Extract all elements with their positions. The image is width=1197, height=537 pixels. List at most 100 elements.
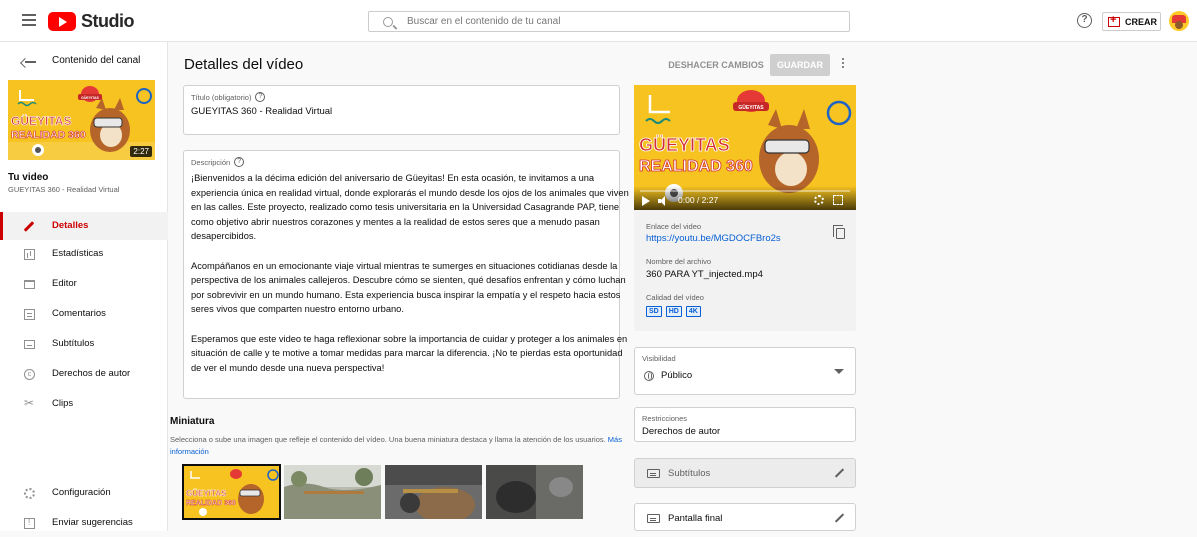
sidebar-item-label: Subtítulos (52, 338, 95, 349)
video-preview-line2: REALIDAD 360 (639, 158, 753, 175)
youtube-logo-icon (48, 12, 76, 31)
volume-icon[interactable] (658, 196, 668, 206)
sidebar-item-label: Estadísticas (52, 248, 104, 259)
quality-badge-sd: SD (646, 306, 662, 317)
thumbnail-line1: GÜEYITAS (11, 113, 71, 128)
filename-label: Nombre del archivo (646, 257, 712, 266)
sidebar-item-label: Configuración (52, 487, 111, 498)
top-bar: Studio ? CREAR (0, 0, 1197, 42)
thumbnail-option-art: GÜEYITAS REALIDAD 360 (183, 465, 280, 519)
sidebar-item-subtitles[interactable]: Subtítulos (0, 330, 168, 358)
thumbnail-option-1[interactable]: GÜEYITAS REALIDAD 360 (182, 464, 281, 520)
sidebar-video-thumbnail[interactable]: GÜEYITAS GÜEYITAS REALIDAD 360 2:27 (8, 80, 155, 160)
sidebar-item-copyright[interactable]: c Derechos de autor (0, 360, 168, 388)
thumbnail-option-art (486, 465, 583, 519)
back-arrow-icon (25, 61, 36, 63)
thumbnail-section-title: Miniatura (170, 416, 215, 427)
help-icon[interactable]: ? (234, 157, 245, 167)
analytics-icon (24, 249, 35, 260)
thumbnail-option-2[interactable] (284, 465, 381, 519)
feedback-icon (24, 518, 35, 529)
thumbnail-badge-text: GÜEYITAS (81, 96, 99, 100)
save-button[interactable]: GUARDAR (770, 54, 830, 76)
edit-pencil-icon[interactable] (834, 468, 845, 478)
gear-icon (24, 488, 35, 499)
end-screen-card[interactable]: Pantalla final (634, 503, 856, 531)
settings-gear-icon[interactable] (814, 195, 824, 205)
comments-icon (24, 309, 35, 320)
title-field[interactable]: Título (obligatorio) ? GUEYITAS 360 - Re… (183, 85, 620, 135)
copy-icon[interactable] (833, 225, 845, 239)
sidebar-item-feedback[interactable]: Enviar sugerencias (0, 509, 168, 537)
video-link[interactable]: https://youtu.be/MGDOCFBro2s (646, 233, 781, 244)
title-input[interactable]: GUEYITAS 360 - Realidad Virtual (191, 106, 332, 117)
restrictions-box[interactable]: Restricciones Derechos de autor (634, 407, 856, 442)
play-icon[interactable] (642, 196, 650, 206)
title-field-label-row: Título (obligatorio) ? (191, 92, 266, 102)
undo-changes-button[interactable]: DESHACER CAMBIOS (666, 55, 766, 75)
create-video-icon (1108, 14, 1120, 27)
your-video-title: GUEYITAS 360 - Realidad Virtual (8, 185, 120, 194)
restrictions-label: Restricciones (642, 414, 688, 423)
page-title: Detalles del vídeo (184, 56, 304, 73)
thumbnail-option-4[interactable] (486, 465, 583, 519)
edit-pencil-icon[interactable] (834, 513, 845, 523)
search-input[interactable] (407, 16, 827, 27)
subtitles-card[interactable]: Subtítulos (634, 458, 856, 488)
thumbnail-option-3[interactable] (385, 465, 482, 519)
subtitles-icon (24, 340, 35, 349)
studio-logo[interactable]: Studio (48, 11, 135, 32)
playback-time: 0:00 / 2:27 (678, 195, 719, 205)
subtitles-icon (647, 469, 660, 478)
sidebar-item-clips[interactable]: ✂ Clips (0, 390, 168, 418)
pencil-icon (23, 221, 35, 232)
description-paragraph: ¡Bienvenidos a la décima edición del ani… (191, 173, 629, 242)
sidebar-item-settings[interactable]: Configuración (0, 479, 168, 507)
sidebar-item-label: Clips (52, 398, 74, 409)
search-icon (383, 16, 393, 27)
back-to-content-button[interactable]: Contenido del canal (0, 50, 168, 72)
video-preview-badge-text: GÜEYITAS (738, 104, 764, 111)
description-paragraph: Esperamos que este video te haga reflexi… (191, 333, 628, 373)
fullscreen-icon[interactable] (833, 195, 843, 205)
search-bar[interactable] (368, 11, 850, 32)
quality-label: Calidad del vídeo (646, 293, 704, 302)
video-link-label: Enlace del video (646, 222, 702, 231)
back-label: Contenido del canal (52, 55, 141, 66)
logo-text: Studio (81, 11, 135, 31)
description-paragraph: Acompáñanos en un emocionante viaje virt… (191, 260, 626, 315)
avatar[interactable] (1169, 11, 1189, 31)
sidebar-item-label: Comentarios (52, 308, 106, 319)
create-label: CREAR (1125, 16, 1158, 27)
your-video-heading: Tu video (8, 172, 49, 183)
help-icon[interactable]: ? (255, 92, 266, 102)
description-input[interactable]: ¡Bienvenidos a la décima edición del ani… (191, 171, 631, 390)
more-options-icon[interactable] (839, 56, 847, 72)
thumbnail-option-line1: GÜEYITAS (186, 489, 227, 498)
restrictions-value: Derechos de autor (642, 426, 721, 437)
sidebar-item-editor[interactable]: Editor (0, 270, 168, 298)
sidebar-item-label: Derechos de autor (52, 368, 131, 379)
help-icon[interactable]: ? (1077, 13, 1092, 28)
thumbnail-subtitle-text: Selecciona o sube una imagen que refleje… (170, 435, 606, 444)
sidebar-item-details[interactable]: Detalles (0, 212, 168, 240)
subtitles-card-label: Subtítulos (668, 468, 711, 479)
progress-bar[interactable] (640, 190, 850, 192)
end-screen-icon (647, 514, 660, 523)
quality-badges: SD HD 4K (646, 306, 701, 317)
sidebar-item-label: Detalles (52, 220, 89, 231)
sidebar-item-analytics[interactable]: Estadísticas (0, 240, 168, 268)
description-field[interactable]: Descripción ? ¡Bienvenidos a la décima e… (183, 150, 629, 399)
video-card: GÜEYITAS GÜEYITAS REALIDAD 360 0:00 / 2:… (634, 85, 856, 331)
title-field-label: Título (obligatorio) (191, 92, 252, 102)
sidebar-item-label: Enviar sugerencias (52, 517, 133, 528)
thumbnail-line2: REALIDAD 360 (11, 129, 86, 141)
sidebar: Contenido del canal GÜEYITAS GÜEYITAS RE… (0, 42, 168, 531)
video-duration: 2:27 (130, 146, 152, 157)
dropdown-caret-icon (834, 369, 844, 374)
video-player[interactable]: GÜEYITAS GÜEYITAS REALIDAD 360 0:00 / 2:… (634, 85, 856, 210)
create-button[interactable]: CREAR (1102, 12, 1161, 31)
sidebar-item-comments[interactable]: Comentarios (0, 300, 168, 328)
visibility-select[interactable]: Visibilidad Público (634, 347, 856, 395)
menu-icon[interactable] (22, 14, 36, 26)
